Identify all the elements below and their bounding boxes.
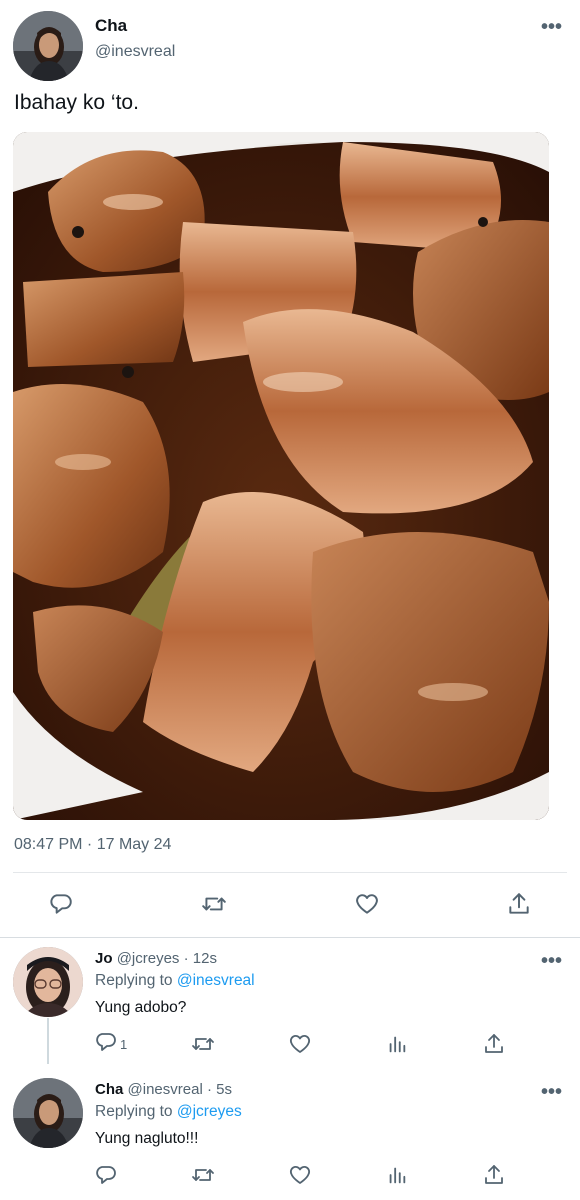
reply-icon[interactable] (94, 1162, 118, 1188)
reply-action[interactable]: 1 (94, 1031, 127, 1057)
more-options-icon[interactable]: ••• (541, 17, 562, 37)
reply-count: 1 (120, 1036, 128, 1052)
reply-icon[interactable] (94, 1030, 118, 1059)
tweet-timestamp[interactable]: 08:47 PM · 17 May 24 (14, 836, 171, 854)
tweet-text: Ibahay ko ‘to. (14, 91, 139, 114)
mention-link[interactable]: @inesvreal (177, 972, 255, 989)
author-name[interactable]: Cha (95, 1081, 123, 1098)
replying-to: Replying to @inesvreal (95, 972, 255, 990)
replying-label: Replying to (95, 1103, 173, 1120)
author-handle[interactable]: @inesvreal (95, 43, 175, 61)
share-icon[interactable] (501, 886, 537, 922)
author-name[interactable]: Cha (95, 16, 127, 36)
like-icon[interactable] (288, 1162, 312, 1188)
reply-tweet[interactable]: Cha @inesvreal · 5s ••• Replying to @jcr… (0, 1069, 580, 1200)
share-icon[interactable] (482, 1162, 506, 1188)
retweet-icon[interactable] (190, 1031, 216, 1057)
avatar[interactable] (13, 947, 83, 1017)
avatar[interactable] (13, 11, 83, 81)
analytics-icon[interactable] (386, 1031, 408, 1057)
author-handle[interactable]: @inesvreal (128, 1081, 203, 1098)
share-icon[interactable] (482, 1031, 506, 1057)
replying-to: Replying to @jcreyes (95, 1103, 242, 1121)
divider (13, 872, 567, 873)
separator-dot: · (206, 1081, 212, 1098)
mention-link[interactable]: @jcreyes (177, 1103, 242, 1120)
separator-dot: · (183, 950, 189, 967)
reply-header: Jo @jcreyes · 12s (95, 950, 217, 967)
like-icon[interactable] (349, 886, 385, 922)
main-tweet: Cha @inesvreal ••• Ibahay ko ‘to. 08:47 … (0, 0, 580, 938)
retweet-icon[interactable] (190, 1162, 216, 1188)
more-options-icon[interactable]: ••• (541, 951, 562, 971)
reply-text: Yung nagluto!!! (95, 1130, 199, 1147)
thread-line (47, 1018, 49, 1064)
more-options-icon[interactable]: ••• (541, 1082, 562, 1102)
replying-label: Replying to (95, 972, 173, 989)
like-icon[interactable] (288, 1031, 312, 1057)
retweet-icon[interactable] (196, 886, 232, 922)
tweet-photo[interactable] (13, 132, 549, 820)
reply-tweet[interactable]: Jo @jcreyes · 12s ••• Replying to @inesv… (0, 938, 580, 1069)
reply-time[interactable]: 5s (216, 1081, 232, 1098)
avatar[interactable] (13, 1078, 83, 1148)
reply-header: Cha @inesvreal · 5s (95, 1081, 232, 1098)
reply-time[interactable]: 12s (193, 950, 217, 967)
author-handle[interactable]: @jcreyes (117, 950, 180, 967)
reply-icon[interactable] (43, 886, 79, 922)
analytics-icon[interactable] (386, 1162, 408, 1188)
author-name[interactable]: Jo (95, 950, 113, 967)
reply-text: Yung adobo? (95, 999, 187, 1016)
